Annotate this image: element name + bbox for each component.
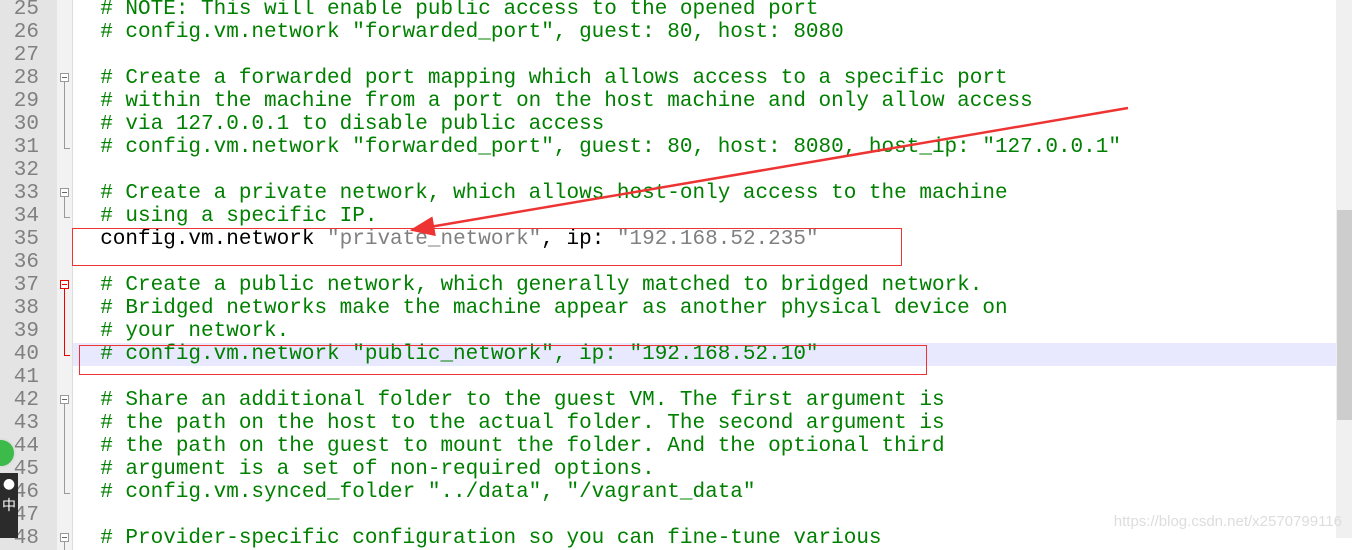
paw-icon[interactable]: ●: [0, 473, 18, 495]
annotation-arrow: [409, 106, 1129, 237]
vertical-scrollbar[interactable]: [1336, 0, 1352, 538]
scrollbar-thumb[interactable]: [1337, 210, 1352, 420]
ime-language-toggle[interactable]: 中: [0, 495, 18, 515]
ime-toolbar[interactable]: ● 中: [0, 473, 18, 538]
watermark: https://blog.csdn.net/x2570799116: [1113, 513, 1342, 530]
